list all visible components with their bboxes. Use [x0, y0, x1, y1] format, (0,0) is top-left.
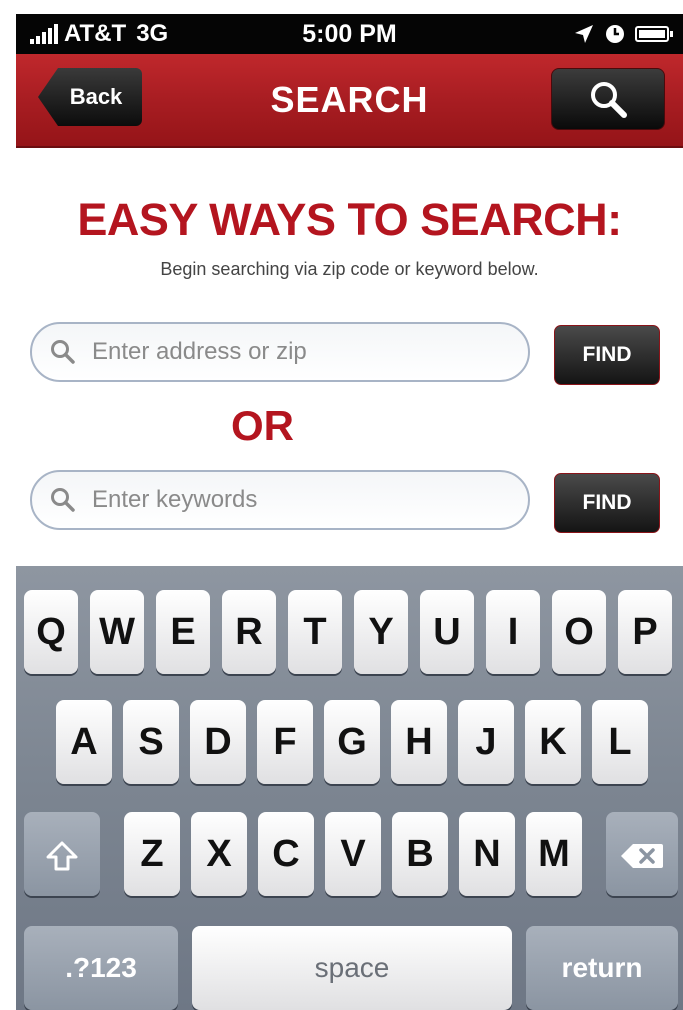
- space-key[interactable]: space: [192, 926, 512, 1010]
- search-button[interactable]: [551, 68, 665, 130]
- key-z[interactable]: Z: [124, 812, 180, 896]
- key-p[interactable]: P: [618, 590, 672, 674]
- key-k[interactable]: K: [525, 700, 581, 784]
- find-address-button[interactable]: FIND: [554, 325, 660, 385]
- battery-icon: [635, 26, 673, 42]
- key-q[interactable]: Q: [24, 590, 78, 674]
- keyboard: Q W E R T Y U I O P A S D F G H J K L Z …: [16, 566, 683, 1010]
- address-input[interactable]: [90, 337, 474, 367]
- key-g[interactable]: G: [324, 700, 380, 784]
- return-key[interactable]: return: [526, 926, 678, 1010]
- backspace-key[interactable]: [606, 812, 678, 896]
- subtext: Begin searching via zip code or keyword …: [160, 259, 539, 279]
- key-u[interactable]: U: [420, 590, 474, 674]
- keyword-field[interactable]: [30, 470, 530, 530]
- shift-key[interactable]: [24, 812, 100, 896]
- key-a[interactable]: A: [56, 700, 112, 784]
- search-icon: [51, 488, 75, 512]
- numbers-key[interactable]: .?123: [24, 926, 178, 1010]
- key-s[interactable]: S: [123, 700, 179, 784]
- key-x[interactable]: X: [191, 812, 247, 896]
- or-label: OR: [231, 402, 294, 449]
- backspace-icon: [621, 843, 663, 868]
- location-arrow-icon: [575, 25, 593, 43]
- key-e[interactable]: E: [156, 590, 210, 674]
- status-right: [573, 14, 673, 54]
- search-icon: [51, 340, 75, 364]
- nav-bar: Back SEARCH: [16, 54, 683, 148]
- shift-icon: [46, 841, 78, 871]
- search-icon: [591, 82, 627, 118]
- key-o[interactable]: O: [552, 590, 606, 674]
- key-n[interactable]: N: [459, 812, 515, 896]
- key-i[interactable]: I: [486, 590, 540, 674]
- address-field[interactable]: [30, 322, 530, 382]
- key-h[interactable]: H: [391, 700, 447, 784]
- clock-icon: [606, 25, 624, 43]
- key-m[interactable]: M: [526, 812, 582, 896]
- key-r[interactable]: R: [222, 590, 276, 674]
- key-b[interactable]: B: [392, 812, 448, 896]
- key-j[interactable]: J: [458, 700, 514, 784]
- find-keyword-button[interactable]: FIND: [554, 473, 660, 533]
- key-d[interactable]: D: [190, 700, 246, 784]
- key-t[interactable]: T: [288, 590, 342, 674]
- phone-screen: AT&T 3G 5:00 PM Back SEARCH EASY WAYS TO…: [16, 14, 683, 1010]
- key-f[interactable]: F: [257, 700, 313, 784]
- headline: EASY WAYS TO SEARCH:: [77, 194, 622, 245]
- keyword-input[interactable]: [90, 485, 474, 515]
- key-l[interactable]: L: [592, 700, 648, 784]
- key-c[interactable]: C: [258, 812, 314, 896]
- status-bar: AT&T 3G 5:00 PM: [16, 14, 683, 54]
- key-w[interactable]: W: [90, 590, 144, 674]
- key-v[interactable]: V: [325, 812, 381, 896]
- key-y[interactable]: Y: [354, 590, 408, 674]
